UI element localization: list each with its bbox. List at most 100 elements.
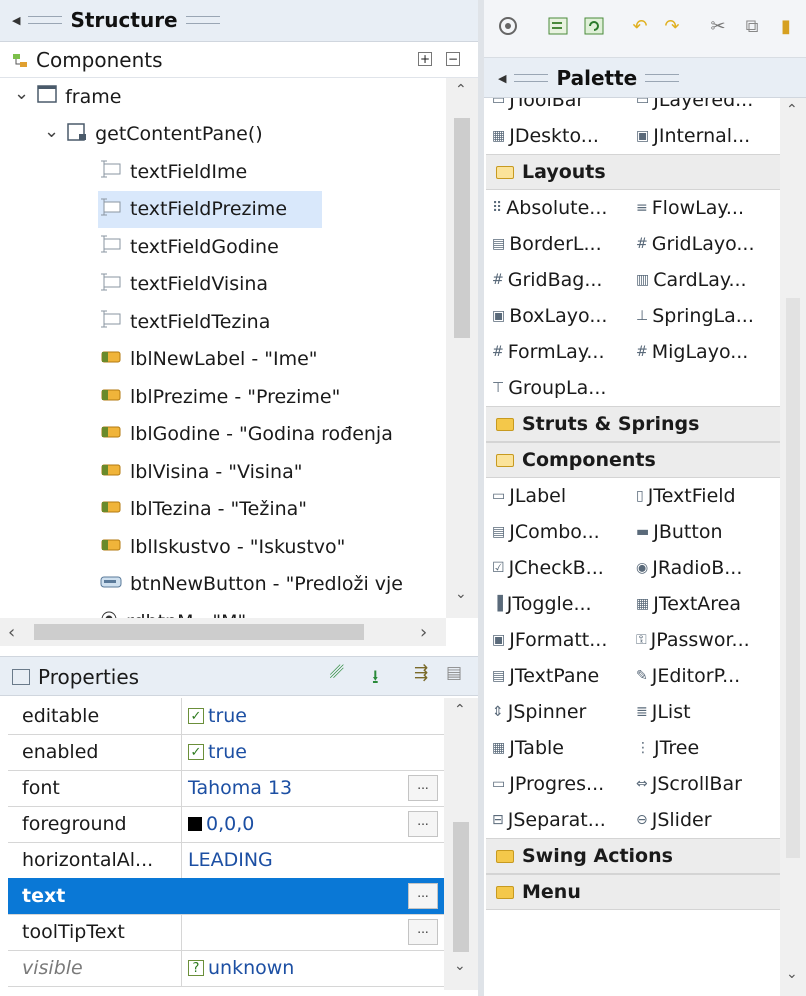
- tree-item[interactable]: rdbtnM - "M": [0, 603, 246, 618]
- property-row[interactable]: text...: [8, 878, 444, 915]
- scroll-up-icon[interactable]: ⌃: [786, 102, 798, 118]
- tree-item[interactable]: textFieldIme: [0, 153, 247, 190]
- property-row[interactable]: font Tahoma 13...: [8, 770, 444, 807]
- property-row[interactable]: toolTipText...: [8, 914, 444, 951]
- palette-item[interactable]: ⊖ JSlider: [636, 802, 712, 838]
- scrollbar-thumb[interactable]: [786, 298, 800, 858]
- palette-item[interactable]: ▭ JToolBar: [492, 98, 584, 118]
- scroll-left-icon[interactable]: ‹: [8, 622, 15, 643]
- paste-icon[interactable]: ▮: [774, 14, 798, 38]
- property-edit-button[interactable]: ...: [408, 775, 438, 801]
- palette-item[interactable]: # GridLayo...: [636, 226, 755, 262]
- palette-category-menu[interactable]: Menu: [486, 874, 780, 910]
- palette-item[interactable]: ≣ JList: [636, 694, 691, 730]
- palette-category-swing-actions[interactable]: Swing Actions: [486, 838, 780, 874]
- properties-vertical-scrollbar[interactable]: ⌃ ⌄: [444, 698, 478, 990]
- palette-item[interactable]: ▭ JLayered...: [636, 98, 753, 118]
- property-value[interactable]: [182, 914, 444, 950]
- scroll-down-icon[interactable]: ⌄: [455, 586, 467, 602]
- expand-chevron-icon[interactable]: ⌄: [14, 83, 29, 104]
- palette-vertical-scrollbar[interactable]: ⌃ ⌄: [780, 98, 806, 996]
- property-row[interactable]: horizontalAl... LEADING: [8, 842, 444, 879]
- property-value[interactable]: [182, 878, 444, 914]
- test-gui-icon[interactable]: [496, 14, 520, 38]
- palette-item[interactable]: ▥ CardLay...: [636, 262, 747, 298]
- property-row[interactable]: visible? unknown: [8, 950, 444, 987]
- palette-item[interactable]: ⇕ JSpinner: [492, 694, 586, 730]
- palette-category-layouts[interactable]: Layouts: [486, 154, 780, 190]
- checkbox-checked-icon[interactable]: ✓: [188, 743, 204, 760]
- palette-category-components[interactable]: Components: [486, 442, 780, 478]
- palette-item[interactable]: # FormLay...: [492, 334, 604, 370]
- refresh-icon[interactable]: [582, 14, 606, 38]
- tree-item[interactable]: textFieldVisina: [0, 266, 268, 303]
- property-row[interactable]: foreground 0,0,0...: [8, 806, 444, 843]
- palette-item[interactable]: ▣ BoxLayo...: [492, 298, 607, 334]
- tree-item[interactable]: btnNewButton - "Predloži vje: [0, 566, 403, 603]
- property-row[interactable]: editable ✓ true: [8, 698, 444, 735]
- palette-item[interactable]: ▯ JTextField: [636, 478, 736, 514]
- property-edit-button[interactable]: ...: [408, 811, 438, 837]
- tree-item[interactable]: lblTezina - "Težina": [0, 491, 307, 528]
- palette-item[interactable]: ▦ JTable: [492, 730, 564, 766]
- palette-item[interactable]: ▤ BorderL...: [492, 226, 602, 262]
- checkbox-checked-icon[interactable]: ✓: [188, 707, 204, 724]
- expand-all-icon[interactable]: +: [418, 52, 432, 66]
- palette-item[interactable]: ⚿ JPasswor...: [636, 622, 750, 658]
- goto-definition-icon[interactable]: ⇶: [414, 663, 428, 683]
- scrollbar-thumb[interactable]: [454, 118, 470, 338]
- expand-chevron-icon[interactable]: ⌄: [44, 121, 59, 142]
- palette-item[interactable]: ⇔ JScrollBar: [636, 766, 742, 802]
- tree-item[interactable]: lblPrezime - "Prezime": [0, 378, 340, 415]
- palette-item[interactable]: ▣ JInternal...: [636, 118, 750, 154]
- tree-item[interactable]: lblNewLabel - "Ime": [0, 341, 318, 378]
- palette-item[interactable]: ▦ JTextArea: [636, 586, 741, 622]
- palette-item[interactable]: ▣ JFormatt...: [492, 622, 607, 658]
- show-advanced-icon[interactable]: ␥: [330, 663, 344, 683]
- property-value[interactable]: 0,0,0: [182, 806, 444, 842]
- tree-item[interactable]: ⌄ frame: [0, 78, 121, 115]
- palette-item[interactable]: ≡ FlowLay...: [636, 190, 744, 226]
- palette-item[interactable]: # MigLayo...: [636, 334, 748, 370]
- palette-category-struts-springs[interactable]: Struts & Springs: [486, 406, 780, 442]
- scroll-down-icon[interactable]: ⌄: [786, 966, 798, 982]
- source-view-icon[interactable]: [546, 14, 570, 38]
- tree-item[interactable]: textFieldGodine: [0, 228, 279, 265]
- palette-item[interactable]: # GridBag...: [492, 262, 602, 298]
- tree-item[interactable]: lblGodine - "Godina rođenja: [0, 416, 393, 453]
- tree-item[interactable]: lblVisina - "Visina": [0, 453, 302, 490]
- collapse-arrow-icon[interactable]: ◀: [12, 14, 20, 27]
- scroll-right-icon[interactable]: ›: [420, 622, 427, 643]
- scroll-up-icon[interactable]: ⌃: [455, 82, 467, 98]
- property-value[interactable]: ? unknown: [182, 950, 444, 986]
- copy-icon[interactable]: ⧉: [740, 14, 764, 38]
- tree-item[interactable]: ⌄ getContentPane(): [0, 116, 263, 153]
- cut-icon[interactable]: ✂: [706, 14, 730, 38]
- tree-vertical-scrollbar[interactable]: ⌃ ⌄: [446, 78, 478, 618]
- scrollbar-thumb[interactable]: [34, 624, 364, 640]
- property-edit-button[interactable]: ...: [408, 919, 438, 945]
- palette-item[interactable]: ⊤ GroupLa...: [492, 370, 606, 406]
- palette-item[interactable]: ⊟ JSeparat...: [492, 802, 606, 838]
- property-value[interactable]: LEADING: [182, 842, 444, 878]
- palette-item[interactable]: ▐ JToggle...: [492, 586, 592, 622]
- palette-item[interactable]: ⊥ SpringLa...: [636, 298, 754, 334]
- property-edit-button[interactable]: ...: [408, 883, 438, 909]
- collapse-all-icon[interactable]: −: [446, 52, 460, 66]
- palette-item[interactable]: ☑ JCheckB...: [492, 550, 604, 586]
- palette-item[interactable]: ▭ JLabel: [492, 478, 566, 514]
- property-row[interactable]: enabled ✓ true: [8, 734, 444, 771]
- scrollbar-thumb[interactable]: [453, 822, 469, 952]
- palette-item[interactable]: ⠿ Absolute...: [492, 190, 607, 226]
- redo-icon[interactable]: ↷: [660, 14, 684, 38]
- palette-item[interactable]: ▬ JButton: [636, 514, 722, 550]
- palette-item[interactable]: ✎ JEditorP...: [636, 658, 740, 694]
- palette-item[interactable]: ▤ JTextPane: [492, 658, 599, 694]
- scroll-up-icon[interactable]: ⌃: [454, 702, 466, 718]
- property-value[interactable]: ✓ true: [182, 698, 444, 734]
- palette-item[interactable]: ▦ JDeskto...: [492, 118, 599, 154]
- collapse-arrow-icon[interactable]: ◀: [498, 72, 506, 85]
- palette-item[interactable]: ◉ JRadioB...: [636, 550, 742, 586]
- palette-item[interactable]: ▤ JCombo...: [492, 514, 600, 550]
- property-value[interactable]: Tahoma 13: [182, 770, 444, 806]
